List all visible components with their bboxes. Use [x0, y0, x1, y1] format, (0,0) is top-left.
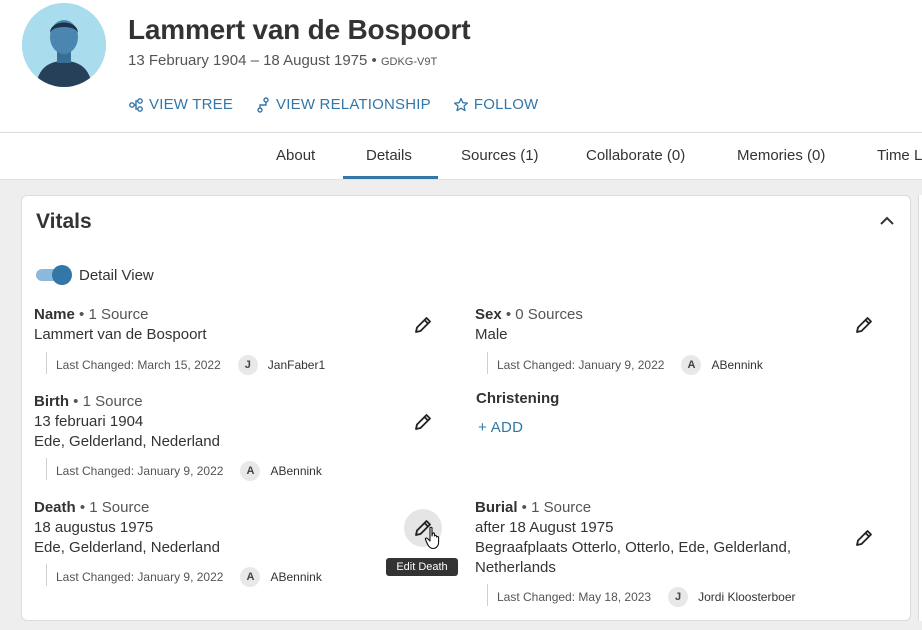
burial-date: after 18 August 1975 — [475, 519, 614, 536]
burial-fact: Burial • 1 Source after 18 August 1975 B… — [475, 498, 791, 578]
name-fact: Name • 1 Source Lammert van de Bospoort — [34, 305, 207, 345]
death-source-count: • 1 Source — [75, 499, 150, 516]
name-label: Name — [34, 306, 75, 323]
birth-changed-date: Last Changed: January 9, 2022 — [56, 464, 224, 478]
birth-label: Birth — [34, 393, 69, 410]
sex-changed-date: Last Changed: January 9, 2022 — [497, 358, 665, 372]
name-source-count: • 1 Source — [74, 306, 149, 323]
birth-date: 13 februari 1904 — [34, 413, 144, 430]
birth-changed-user[interactable]: ABennink — [270, 464, 321, 478]
person-name: Lammert van de Bospoort — [128, 14, 471, 45]
sex-label: Sex — [475, 306, 502, 323]
tab-about[interactable]: About — [276, 147, 315, 164]
birth-last-changed: Last Changed: January 9, 2022 A ABennink — [56, 461, 322, 481]
lifespan-dates: 13 February 1904 – 18 August 1975 • — [128, 52, 377, 69]
burial-place: Begraafplaats Otterlo, Otterlo, Ede, Gel… — [475, 539, 792, 556]
next-card-edge — [918, 195, 922, 621]
person-header: Lammert van de Bospoort 13 February 1904… — [0, 0, 922, 132]
active-tab-indicator — [343, 176, 438, 179]
birth-source-count: • 1 Source — [69, 393, 143, 410]
pencil-icon — [856, 530, 872, 546]
sex-changed-user[interactable]: ABennink — [711, 358, 762, 372]
sex-fact: Sex • 0 Sources Male — [475, 305, 583, 345]
divider — [46, 564, 47, 586]
birth-fact: Birth • 1 Source 13 februari 1904 Ede, G… — [34, 392, 220, 452]
detail-view-label: Detail View — [79, 267, 154, 284]
pencil-icon — [856, 317, 872, 333]
person-silhouette-icon — [22, 3, 106, 87]
view-relationship-label: VIEW RELATIONSHIP — [276, 96, 431, 113]
tab-collaborate[interactable]: Collaborate (0) — [586, 147, 685, 164]
death-last-changed: Last Changed: January 9, 2022 A ABennink — [56, 567, 322, 587]
divider — [46, 352, 47, 374]
birth-place: Ede, Gelderland, Nederland — [34, 433, 220, 450]
burial-label: Burial — [475, 499, 518, 516]
name-changed-user[interactable]: JanFaber1 — [268, 358, 325, 372]
divider — [46, 458, 47, 480]
follow-label: FOLLOW — [473, 96, 539, 113]
pencil-icon — [415, 317, 431, 333]
name-value: Lammert van de Bospoort — [34, 326, 207, 343]
divider — [487, 352, 488, 374]
death-date: 18 augustus 1975 — [34, 519, 154, 536]
sex-last-changed: Last Changed: January 9, 2022 A ABennink — [497, 355, 763, 375]
tab-memories[interactable]: Memories (0) — [737, 147, 825, 164]
name-last-changed: Last Changed: March 15, 2022 J JanFaber1 — [56, 355, 325, 375]
chevron-up-icon[interactable] — [878, 212, 896, 230]
edit-death-tooltip: Edit Death — [386, 558, 458, 576]
avatar: A — [681, 355, 702, 375]
relationship-icon — [257, 96, 269, 113]
name-changed-date: Last Changed: March 15, 2022 — [56, 358, 221, 372]
avatar: J — [668, 587, 689, 607]
person-id: GDKG-V9T — [380, 56, 438, 68]
hand-cursor-icon — [424, 526, 440, 550]
death-changed-user[interactable]: ABennink — [270, 570, 321, 584]
sex-value: Male — [475, 326, 508, 343]
edit-burial-button[interactable] — [853, 527, 875, 549]
pencil-icon — [415, 414, 431, 430]
death-fact: Death • 1 Source 18 augustus 1975 Ede, G… — [34, 498, 220, 558]
tab-sources[interactable]: Sources (1) — [461, 147, 539, 164]
burial-last-changed: Last Changed: May 18, 2023 J Jordi Kloos… — [497, 587, 796, 607]
add-christening-button[interactable]: + ADD — [478, 419, 523, 436]
sex-source-count: • 0 Sources — [501, 306, 583, 323]
view-relationship-button[interactable]: VIEW RELATIONSHIP — [255, 96, 431, 113]
view-tree-button[interactable]: VIEW TREE — [128, 96, 233, 113]
avatar: A — [240, 567, 261, 587]
edit-name-button[interactable] — [412, 314, 434, 336]
death-place: Ede, Gelderland, Nederland — [34, 539, 220, 556]
death-label: Death — [34, 499, 76, 516]
lifespan: 13 February 1904 – 18 August 1975 • GDKG… — [128, 52, 437, 69]
follow-button[interactable]: FOLLOW — [453, 96, 539, 113]
detail-view-toggle[interactable] — [36, 265, 72, 285]
view-tree-label: VIEW TREE — [149, 96, 234, 113]
death-changed-date: Last Changed: January 9, 2022 — [56, 570, 224, 584]
burial-changed-user[interactable]: Jordi Kloosterboer — [698, 590, 795, 604]
christening-label: Christening — [476, 390, 560, 407]
avatar: J — [237, 355, 258, 375]
person-actions: VIEW TREE VIEW RELATIONSHIP FOLLOW — [128, 96, 538, 113]
avatar: A — [240, 461, 261, 481]
burial-place-country: Netherlands — [475, 559, 556, 576]
tree-icon — [129, 97, 143, 112]
tab-timeline[interactable]: Time L — [877, 147, 922, 164]
burial-changed-date: Last Changed: May 18, 2023 — [497, 590, 652, 604]
edit-birth-button[interactable] — [412, 411, 434, 433]
burial-source-count: • 1 Source — [517, 499, 592, 516]
toggle-knob — [52, 265, 72, 285]
star-icon — [453, 97, 468, 111]
divider — [487, 584, 488, 606]
tab-details[interactable]: Details — [366, 147, 412, 164]
tab-bar: About Details Sources (1) Collaborate (0… — [0, 132, 922, 180]
vitals-title: Vitals — [36, 210, 92, 233]
avatar — [22, 3, 106, 87]
edit-sex-button[interactable] — [853, 314, 875, 336]
